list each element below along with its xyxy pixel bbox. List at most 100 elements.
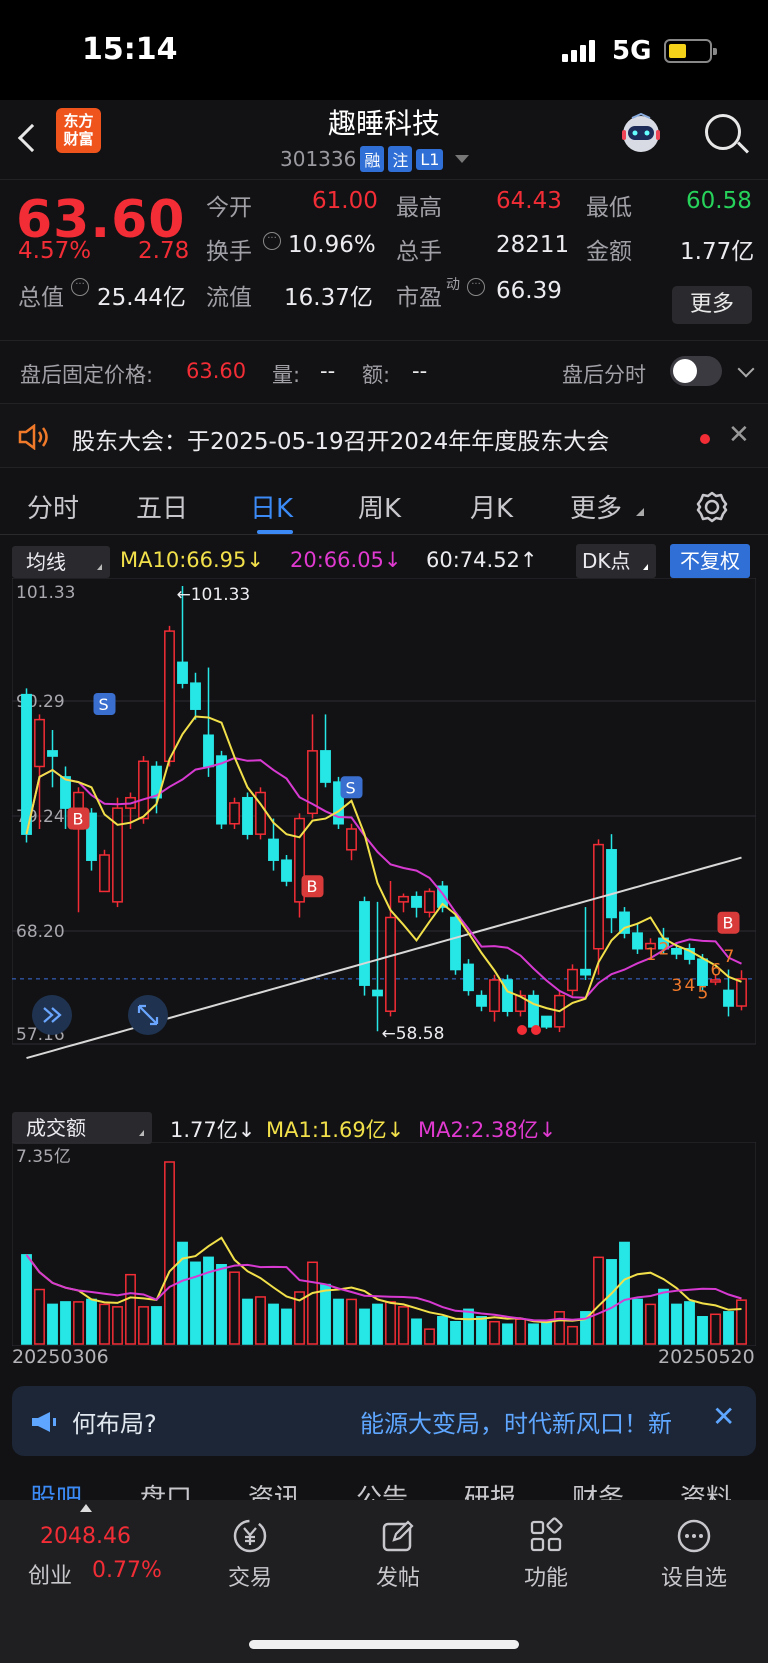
y-tick-label: 101.33: [16, 583, 75, 603]
candle: [606, 849, 617, 919]
post-button[interactable]: 发帖: [348, 1510, 448, 1592]
search-icon[interactable]: [705, 114, 741, 150]
volume-bar: [125, 1273, 136, 1345]
subtab-financials[interactable]: 财务: [572, 1478, 624, 1502]
volume-bar: [450, 1320, 461, 1345]
float-cap-label: 流值: [206, 285, 252, 311]
period-tabs: 分时 五日 日K 周K 月K 更多: [0, 478, 768, 534]
candle: [541, 1015, 552, 1028]
tab-intraday[interactable]: 分时: [27, 488, 79, 525]
tab-five-day[interactable]: 五日: [136, 488, 188, 525]
volume-frame: [12, 1142, 756, 1346]
indicator-select[interactable]: 均线: [12, 546, 110, 578]
candle: [34, 718, 45, 768]
info-icon[interactable]: ···: [467, 278, 485, 296]
tab-more[interactable]: 更多: [570, 488, 622, 525]
candle: [138, 760, 149, 820]
volume-bar: [34, 1288, 45, 1345]
info-icon[interactable]: ···: [71, 278, 89, 296]
function-button[interactable]: 功能: [496, 1510, 596, 1592]
volume-bar: [242, 1298, 253, 1345]
after-hours-vol-label: 量:: [272, 363, 301, 387]
signal-label: B: [723, 914, 734, 933]
candle: [476, 994, 487, 1007]
close-icon[interactable]: ✕: [712, 1400, 735, 1433]
volume-bar: [73, 1301, 84, 1345]
stock-code-row[interactable]: 301336 融 注 L1: [280, 146, 470, 172]
more-button[interactable]: 更多: [672, 286, 752, 324]
candle: [203, 734, 214, 768]
volume-bar: [164, 1161, 175, 1345]
red-dot: [517, 1025, 527, 1035]
volume-bar: [60, 1301, 71, 1345]
index-change[interactable]: 0.77%: [92, 1558, 162, 1583]
status-time: 15:14: [82, 32, 178, 67]
index-name[interactable]: 创业: [28, 1558, 72, 1590]
subtab-announcements[interactable]: 公告: [356, 1478, 408, 1502]
volume-bar: [216, 1264, 227, 1345]
corner-triangle-icon: [636, 508, 644, 516]
chevron-down-icon[interactable]: [455, 155, 470, 163]
robot-assistant-icon[interactable]: [618, 112, 664, 156]
volume-ma2: MA2:2.38亿↓: [418, 1118, 557, 1142]
volume-bar: [476, 1316, 487, 1345]
after-hours-amt: --: [412, 359, 428, 383]
candle: [580, 968, 591, 976]
volume-indicator-select[interactable]: 成交额: [12, 1112, 152, 1144]
volume-max-label: 7.35亿: [16, 1147, 71, 1167]
adjust-button[interactable]: 不复权: [670, 544, 750, 578]
home-indicator: [249, 1640, 519, 1649]
volume-bar: [307, 1261, 318, 1345]
index-value[interactable]: 2048.46: [40, 1524, 131, 1549]
volume-current: 1.77亿↓: [170, 1118, 256, 1142]
subtab-guba[interactable]: 股吧: [30, 1478, 82, 1502]
promo-banner[interactable]: 何布局? 能源大变局，时代新风口！新 ✕: [12, 1386, 756, 1456]
ma20-line: [25, 757, 742, 999]
subtab-orderbook[interactable]: 盘口: [140, 1478, 192, 1502]
volume-bar: [151, 1306, 162, 1345]
volume-bar: [86, 1298, 97, 1345]
after-hours-timeline-label: 盘后分时: [562, 363, 646, 387]
candle: [164, 630, 175, 763]
chevron-down-icon[interactable]: [737, 360, 755, 378]
tab-daily-k[interactable]: 日K: [250, 488, 293, 525]
info-icon[interactable]: ···: [263, 232, 281, 250]
caret-up-icon[interactable]: [80, 1504, 92, 1512]
tab-monthly-k[interactable]: 月K: [470, 488, 513, 525]
gear-icon[interactable]: [695, 490, 729, 524]
after-hours-toggle[interactable]: [670, 356, 722, 386]
subtab-profile[interactable]: 资料: [680, 1478, 732, 1502]
level1-tag: L1: [416, 148, 444, 170]
volume-bar: [515, 1318, 526, 1345]
market-cap-value: 25.44亿: [97, 285, 186, 311]
speaker-icon: [18, 424, 48, 450]
tab-weekly-k[interactable]: 周K: [358, 488, 401, 525]
candle: [736, 978, 747, 1007]
trade-button[interactable]: 交易: [200, 1510, 300, 1592]
candle: [463, 963, 474, 992]
dk-point-number: 6: [711, 961, 722, 981]
open-label: 今开: [206, 195, 252, 221]
subtab-research[interactable]: 研报: [464, 1478, 516, 1502]
notice-bar[interactable]: 股东大会：于2025-05-19召开2024年年度股东大会 ✕: [0, 404, 768, 468]
volume-bar: [567, 1325, 578, 1345]
signal-label: S: [346, 778, 356, 797]
candle: [489, 979, 500, 1012]
dk-point-button[interactable]: DK点: [576, 544, 656, 578]
close-icon[interactable]: ✕: [728, 420, 750, 450]
volume-bar: [658, 1288, 669, 1345]
volume-bar: [489, 1320, 500, 1345]
candle: [268, 838, 279, 861]
candle: [216, 755, 227, 825]
subtab-news[interactable]: 资讯: [248, 1478, 300, 1502]
dk-point-number: 2: [659, 940, 670, 960]
kline-chart[interactable]: 101.3390.2979.2468.2057.16←101.33←58.58B…: [12, 578, 756, 1108]
add-watchlist-button[interactable]: 设自选: [644, 1510, 744, 1592]
market-cap-label: 总值: [18, 285, 64, 311]
volume-bar: [593, 1256, 604, 1345]
volume-chart[interactable]: 7.35亿: [12, 1142, 756, 1346]
volume-bar: [424, 1328, 435, 1345]
candle: [671, 947, 682, 955]
candle: [21, 693, 32, 835]
dk-point-number: 5: [698, 983, 709, 1003]
